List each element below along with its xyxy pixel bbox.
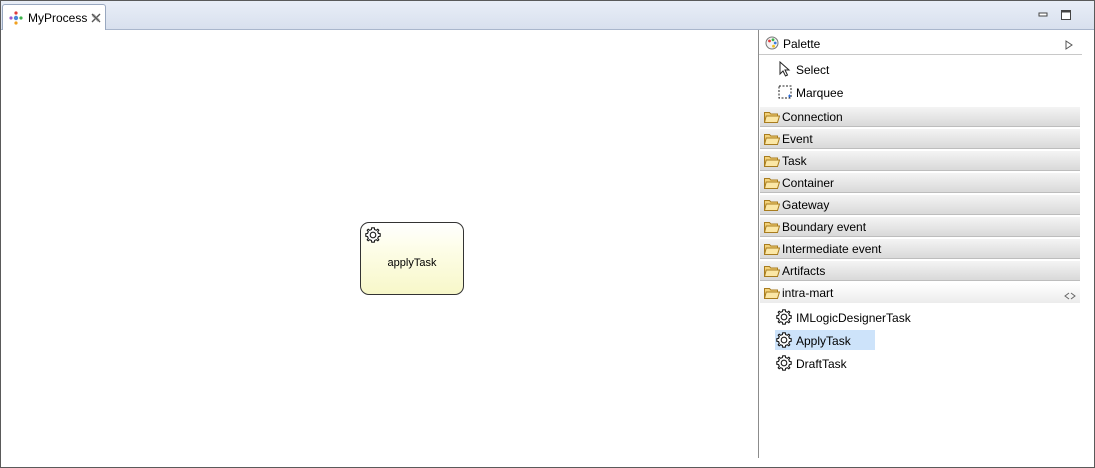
arrow-pointer-icon xyxy=(778,60,792,77)
select-tool-label: Select xyxy=(796,63,830,77)
gear-icon xyxy=(776,355,792,371)
palette-header[interactable]: Palette xyxy=(759,30,1082,55)
minimize-icon[interactable] xyxy=(1037,9,1049,21)
folder-icon xyxy=(764,133,780,145)
folder-icon xyxy=(764,221,780,233)
diagram-canvas[interactable]: applyTask xyxy=(2,30,758,460)
folder-icon xyxy=(764,177,780,189)
palette-panel: Palette Select Marquee Connection Event xyxy=(758,30,1082,458)
drawer-label: Container xyxy=(782,176,835,190)
gear-icon xyxy=(365,227,381,243)
editor-window: MyProcess applyTask Palette Select Marqu… xyxy=(0,0,1095,468)
palette-item-label: ApplyTask xyxy=(796,334,851,348)
close-icon[interactable] xyxy=(91,12,101,23)
drawer-label: Artifacts xyxy=(782,264,826,278)
palette-icon xyxy=(765,36,779,50)
collapse-palette-icon[interactable] xyxy=(1065,39,1073,50)
drawer-intermediate-event[interactable]: Intermediate event xyxy=(760,239,1080,259)
drawer-artifacts[interactable]: Artifacts xyxy=(760,261,1080,281)
drawer-container[interactable]: Container xyxy=(760,173,1080,193)
folder-icon xyxy=(764,243,780,255)
task-label: applyTask xyxy=(387,257,437,269)
task-node[interactable]: applyTask xyxy=(360,222,464,295)
folder-icon xyxy=(764,199,780,211)
drawer-label: Gateway xyxy=(782,198,830,212)
drawer-task[interactable]: Task xyxy=(760,151,1080,171)
maximize-icon[interactable] xyxy=(1060,9,1072,21)
folder-icon xyxy=(764,265,780,277)
drawer-gateway[interactable]: Gateway xyxy=(760,195,1080,215)
drawer-boundary-event[interactable]: Boundary event xyxy=(760,217,1080,237)
editor-tab-bar: MyProcess xyxy=(1,1,1094,30)
drawer-label: Boundary event xyxy=(782,220,867,234)
drawer-label: Event xyxy=(782,132,813,146)
drawer-event[interactable]: Event xyxy=(760,129,1080,149)
drawer-connection[interactable]: Connection xyxy=(760,107,1080,127)
drawer-intra-mart[interactable]: intra-mart xyxy=(760,283,1080,303)
palette-title: Palette xyxy=(783,37,821,51)
gear-icon xyxy=(776,309,792,325)
marquee-icon xyxy=(778,84,792,100)
palette-item-drafttask[interactable]: DraftTask xyxy=(775,353,975,373)
marquee-tool-label: Marquee xyxy=(796,86,844,100)
marquee-tool[interactable]: Marquee xyxy=(759,81,1082,103)
drawer-label: Connection xyxy=(782,110,843,124)
tab-myprocess[interactable]: MyProcess xyxy=(2,4,106,30)
drawer-label: intra-mart xyxy=(782,286,834,300)
process-icon xyxy=(9,11,23,25)
layout-toggle-icon[interactable] xyxy=(1064,289,1076,300)
palette-item-label: DraftTask xyxy=(796,357,847,371)
drawer-label: Task xyxy=(782,154,807,168)
drawer-label: Intermediate event xyxy=(782,242,882,256)
folder-open-icon xyxy=(764,287,780,299)
palette-item-applytask[interactable]: ApplyTask xyxy=(775,330,875,350)
folder-icon xyxy=(764,155,780,167)
tab-title: MyProcess xyxy=(28,11,88,25)
palette-item-label: IMLogicDesignerTask xyxy=(796,311,911,325)
select-tool[interactable]: Select xyxy=(759,58,1082,80)
gear-icon xyxy=(776,332,792,348)
folder-icon xyxy=(764,111,780,123)
palette-item-imlogicdesignertask[interactable]: IMLogicDesignerTask xyxy=(775,307,975,327)
